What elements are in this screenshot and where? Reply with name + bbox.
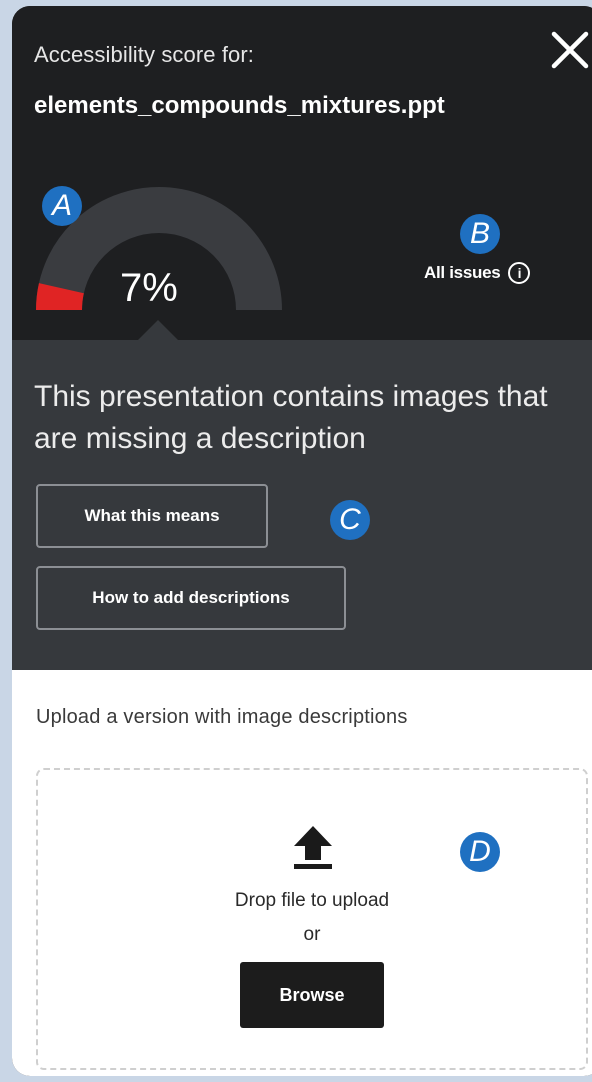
or-text: or [303,924,321,945]
score-caption: Accessibility score for: [34,42,255,67]
score-value: 7% [120,266,178,310]
close-icon[interactable] [548,28,592,72]
upload-title: Upload a version with image descriptions [36,706,408,728]
gauge-pointer [138,320,178,340]
what-this-means-button[interactable]: What this means [36,484,268,548]
drop-file-text: Drop file to upload [234,890,390,911]
marker-a: A [42,186,82,226]
all-issues-link[interactable]: All issues i [424,262,531,284]
marker-b: B [460,214,500,254]
marker-c: C [330,500,370,540]
file-name: elements_compounds_mixtures.ppt [34,92,445,119]
accessibility-panel: Accessibility score for: elements_compou… [12,6,592,1076]
gauge-fill [36,283,84,311]
browse-button[interactable]: Browse [240,962,384,1028]
all-issues-label: All issues [424,263,501,282]
upload-icon [294,826,332,869]
issue-message: This presentation contains images that a… [34,380,548,455]
how-to-add-descriptions-button[interactable]: How to add descriptions [36,566,346,630]
info-icon[interactable]: i [508,262,531,284]
marker-d: D [460,832,500,872]
